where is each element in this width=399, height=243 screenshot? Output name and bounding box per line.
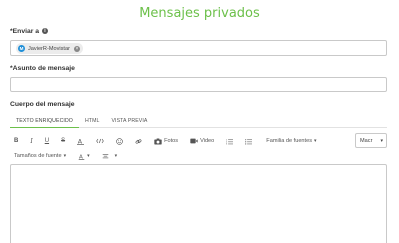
photos-button[interactable]: Fotos — [154, 138, 178, 145]
recipient-name: JavierR-Movistar — [28, 45, 70, 52]
caret-down-icon: ▾ — [114, 153, 118, 159]
caret-down-icon: ▾ — [314, 138, 317, 144]
movistar-logo-icon: M — [18, 45, 25, 52]
caret-down-icon: ▾ — [87, 153, 90, 159]
message-body-editor[interactable] — [10, 164, 387, 243]
link-icon[interactable] — [135, 138, 142, 145]
numbered-list-icon[interactable]: 123 — [226, 138, 234, 145]
font-size-dropdown[interactable]: Tamaños de fuente ▾ — [14, 153, 66, 159]
emoji-icon[interactable] — [116, 137, 123, 145]
tab-rich-text[interactable]: TEXTO ENRIQUECIDO — [10, 113, 79, 128]
subject-input[interactable] — [10, 77, 387, 92]
to-label-text: *Enviar a — [10, 28, 40, 35]
editor-toolbar-row2: Tamaños de fuente ▾ A ▾ ▾ — [10, 150, 123, 162]
svg-text:A: A — [78, 138, 83, 144]
font-family-label: Familia de fuentes — [266, 138, 313, 144]
bold-button[interactable]: B — [14, 138, 18, 144]
recipient-field[interactable]: M JavierR-Movistar × — [10, 40, 387, 56]
video-camera-icon — [190, 138, 198, 144]
camera-icon — [154, 138, 162, 144]
align-icon — [102, 153, 108, 158]
italic-button[interactable]: I — [30, 138, 32, 145]
editor-tabs: TEXTO ENRIQUECIDO HTML VISTA PREVIA — [10, 113, 387, 128]
page-title: Mensajes privados — [139, 6, 260, 21]
style-select-value: Macr — [360, 137, 373, 144]
caret-down-icon: ▾ — [380, 137, 383, 144]
clear-format-icon[interactable]: A — [77, 138, 85, 145]
video-label: Video — [200, 138, 215, 144]
close-icon[interactable]: × — [73, 45, 80, 52]
svg-text:3: 3 — [226, 143, 228, 144]
svg-text:A: A — [79, 154, 83, 160]
photos-label: Fotos — [164, 138, 179, 144]
info-icon[interactable]: i — [41, 28, 48, 35]
editor-toolbar: B I U S A Fotos Video 123 Familia de fue… — [10, 133, 387, 149]
underline-button[interactable]: U — [45, 138, 49, 144]
subject-label: *Asunto de mensaje — [10, 65, 75, 72]
bulleted-list-icon[interactable] — [245, 138, 253, 145]
tab-html[interactable]: HTML — [79, 113, 106, 128]
text-color-dropdown[interactable]: A ▾ — [78, 153, 90, 160]
tab-preview[interactable]: VISTA PREVIA — [105, 113, 153, 128]
align-dropdown[interactable]: ▾ — [102, 153, 118, 160]
body-label: Cuerpo del mensaje — [10, 101, 75, 108]
text-color-icon: A — [78, 154, 85, 160]
code-icon[interactable] — [96, 138, 104, 144]
caret-down-icon: ▾ — [63, 153, 67, 159]
font-family-dropdown[interactable]: Familia de fuentes ▾ — [266, 138, 316, 144]
video-button[interactable]: Video — [190, 138, 214, 144]
font-size-label: Tamaños de fuente — [14, 153, 62, 159]
style-select[interactable]: Macr ▾ — [355, 133, 387, 148]
recipient-chip[interactable]: M JavierR-Movistar × — [16, 43, 83, 54]
to-label: *Enviar a i — [10, 28, 48, 35]
strikethrough-button[interactable]: S — [61, 138, 65, 144]
